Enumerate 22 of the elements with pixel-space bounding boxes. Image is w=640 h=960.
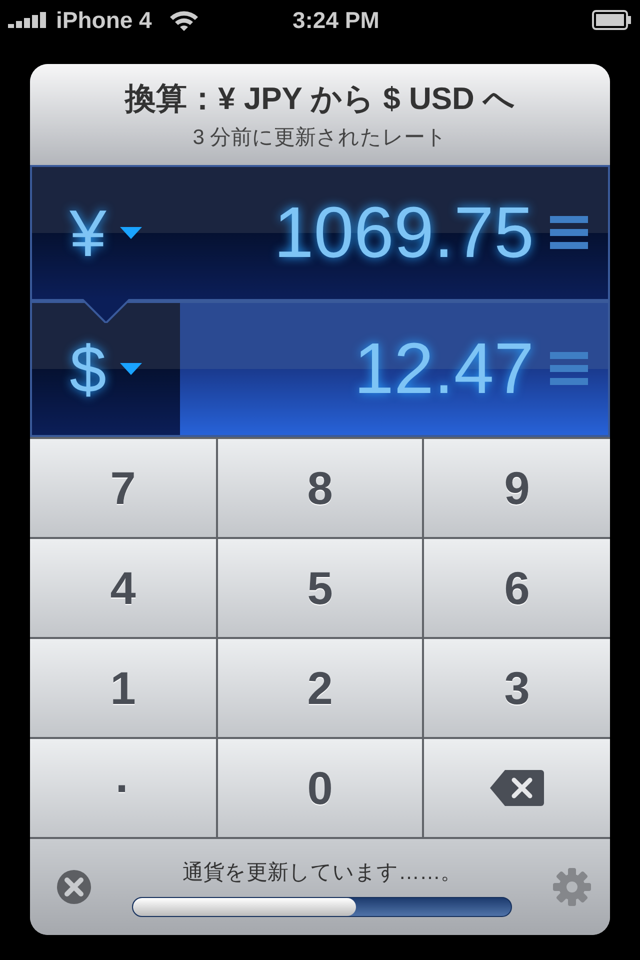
backspace-key[interactable] — [424, 739, 610, 837]
keypad-key[interactable]: 5 — [218, 539, 422, 637]
keypad-key[interactable]: 3 — [424, 639, 610, 737]
rate-updated-text: 3 分前に更新されたレート — [192, 125, 448, 151]
keypad-key[interactable]: 4 — [30, 539, 216, 637]
status-message: 通貨を更新しています……。 — [182, 860, 462, 886]
keypad-key[interactable]: 2 — [218, 639, 422, 737]
carrier-name: iPhone 4 — [56, 6, 152, 35]
settings-icon[interactable] — [552, 867, 592, 907]
close-icon[interactable] — [56, 869, 92, 905]
conversion-title: 換算：¥ JPY から $ USD へ — [124, 80, 516, 118]
clock-time: 3:24 PM — [292, 6, 380, 35]
keypad-key[interactable]: 1 — [30, 639, 216, 737]
keypad-key[interactable]: 7 — [30, 439, 216, 537]
keypad-key[interactable]: 9 — [424, 439, 610, 537]
battery-icon — [592, 10, 632, 30]
keypad-key[interactable]: 0 — [218, 739, 422, 837]
keypad-key[interactable]: 8 — [218, 439, 422, 537]
keypad-key[interactable]: · — [30, 739, 216, 837]
keypad-key[interactable]: 6 — [424, 539, 610, 637]
backspace-icon — [489, 769, 545, 807]
signal-icon — [8, 12, 48, 28]
